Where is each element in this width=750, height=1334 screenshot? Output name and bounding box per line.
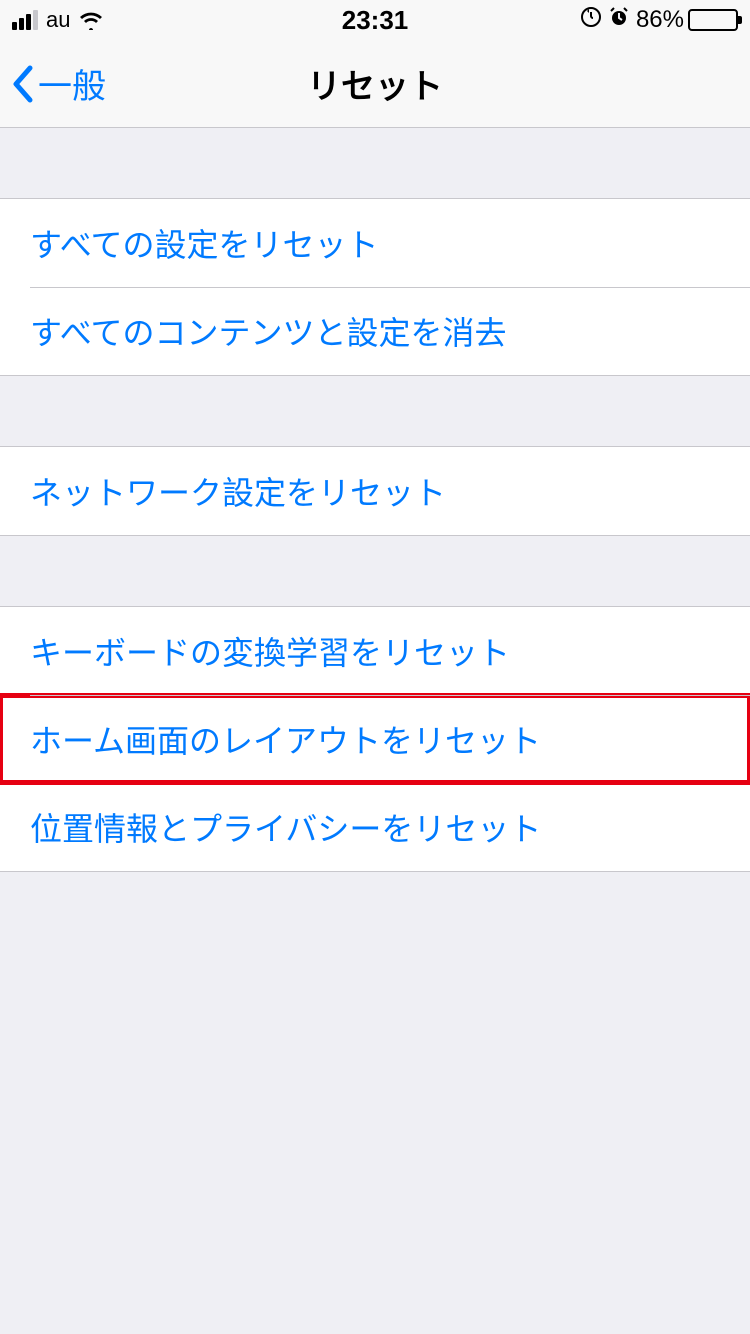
alarm-icon xyxy=(608,6,630,35)
settings-list: すべての設定をリセットすべてのコンテンツと設定を消去ネットワーク設定をリセットキ… xyxy=(0,198,750,872)
settings-group: ネットワーク設定をリセット xyxy=(0,446,750,536)
row-label: 位置情報とプライバシーをリセット xyxy=(30,804,541,850)
reset-network-settings[interactable]: ネットワーク設定をリセット xyxy=(0,447,750,535)
status-left: au xyxy=(12,7,104,33)
row-label: すべての設定をリセット xyxy=(30,220,378,266)
reset-location-privacy[interactable]: 位置情報とプライバシーをリセット xyxy=(0,783,750,871)
status-time: 23:31 xyxy=(342,5,409,36)
row-label: ホーム画面のレイアウトをリセット xyxy=(30,716,541,762)
erase-all-content[interactable]: すべてのコンテンツと設定を消去 xyxy=(0,287,750,375)
row-label: すべてのコンテンツと設定を消去 xyxy=(30,308,506,354)
rotation-lock-icon xyxy=(580,6,602,35)
status-bar: au 23:31 86% xyxy=(0,0,750,40)
page-title: リセット xyxy=(307,59,443,108)
status-right: 86% xyxy=(580,6,738,35)
battery-percent: 86% xyxy=(636,6,684,34)
back-label: 一般 xyxy=(38,59,106,108)
chevron-left-icon xyxy=(10,64,34,104)
battery-icon xyxy=(688,9,738,31)
row-label: キーボードの変換学習をリセット xyxy=(30,628,510,674)
reset-home-layout[interactable]: ホーム画面のレイアウトをリセット xyxy=(0,695,750,783)
reset-all-settings[interactable]: すべての設定をリセット xyxy=(0,199,750,287)
battery-indicator: 86% xyxy=(636,6,738,34)
wifi-icon xyxy=(78,10,104,30)
settings-group: すべての設定をリセットすべてのコンテンツと設定を消去 xyxy=(0,198,750,376)
row-label: ネットワーク設定をリセット xyxy=(30,468,446,514)
back-button[interactable]: 一般 xyxy=(0,59,106,108)
cellular-signal-icon xyxy=(12,10,38,30)
nav-bar: 一般 リセット xyxy=(0,40,750,128)
settings-group: キーボードの変換学習をリセットホーム画面のレイアウトをリセット位置情報とプライバ… xyxy=(0,606,750,872)
carrier-label: au xyxy=(46,7,70,33)
reset-keyboard-dictionary[interactable]: キーボードの変換学習をリセット xyxy=(0,607,750,695)
